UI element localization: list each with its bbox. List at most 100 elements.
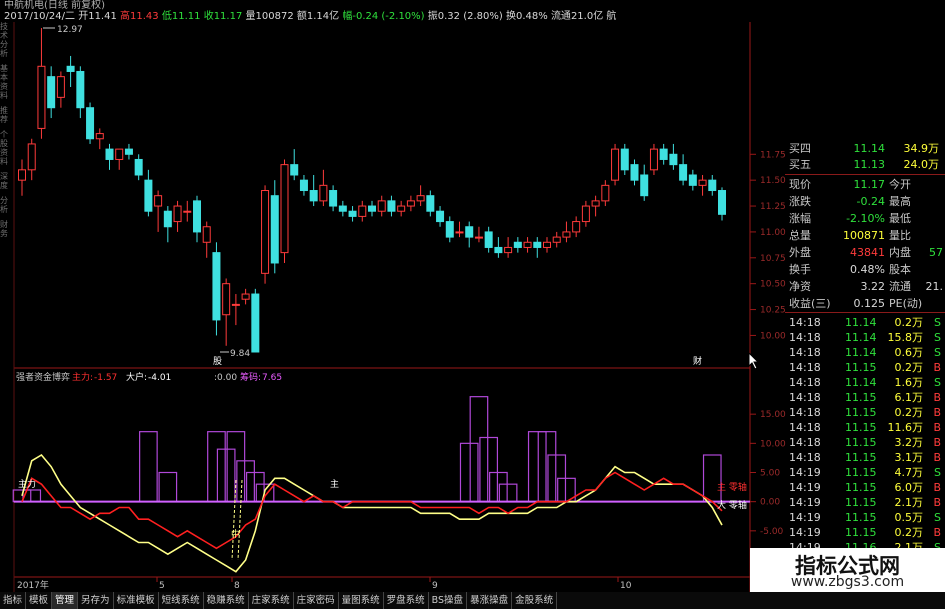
- candle: [212, 242, 221, 336]
- candle-body: [290, 164, 299, 176]
- bottom-tab[interactable]: 庄家密码: [294, 592, 339, 609]
- candle-body: [115, 148, 124, 160]
- candle: [18, 159, 26, 196]
- candle: [611, 143, 620, 186]
- bottom-tab[interactable]: 量图系统: [339, 592, 384, 609]
- main-force-value: -1.57: [94, 373, 117, 383]
- candle: [397, 200, 406, 217]
- tick-row: 14:18 11.14 1.6万 S: [789, 376, 941, 389]
- candle: [523, 237, 532, 253]
- chart-frame: [13, 22, 751, 592]
- bottom-tab[interactable]: 指标: [0, 592, 27, 609]
- bottom-tab[interactable]: 管理: [52, 592, 79, 609]
- candle: [231, 294, 240, 326]
- candle: [193, 195, 201, 243]
- candle-body: [202, 226, 211, 243]
- time-axis: 2017年 5 8 9 10: [17, 577, 632, 591]
- bottom-tab[interactable]: 庄家系统: [249, 592, 294, 609]
- price-tick: 10.50: [760, 280, 786, 290]
- bottom-tab[interactable]: 暴涨操盘: [467, 592, 513, 609]
- candle-body: [649, 148, 658, 171]
- chip-bar: [245, 471, 265, 503]
- candle-body: [445, 221, 454, 238]
- high-marker-label: 12.97: [57, 25, 83, 35]
- candle: [426, 190, 435, 217]
- candle-body: [581, 205, 590, 223]
- candle-body: [280, 164, 289, 254]
- x-label-8: 8: [234, 581, 240, 591]
- bottom-tab[interactable]: 短线系统: [159, 592, 204, 609]
- candle: [455, 221, 464, 238]
- quote-stat-row: 现价 11.17 今开: [789, 178, 911, 191]
- candle: [37, 28, 46, 139]
- candle-body: [183, 210, 192, 213]
- candle-body: [163, 210, 172, 228]
- candle-body: [406, 200, 415, 207]
- candle: [445, 216, 454, 243]
- candle-body: [47, 76, 56, 109]
- chip-bar: [158, 471, 178, 503]
- price-tick: 10.25: [760, 306, 786, 316]
- candle-body: [679, 164, 688, 181]
- indicator-name[interactable]: 强者资金博弈: [16, 371, 70, 383]
- candle: [115, 148, 124, 170]
- price-tick: 10.75: [760, 254, 786, 264]
- tick-row: 14:18 11.15 3.2万 B: [789, 436, 941, 449]
- flag-stock[interactable]: 股: [213, 356, 222, 367]
- candle: [261, 185, 270, 284]
- candle-body: [504, 246, 513, 254]
- flag-finance[interactable]: 财: [693, 355, 702, 367]
- candle-body: [688, 174, 697, 186]
- bottom-tab[interactable]: 另存为: [78, 592, 114, 609]
- candle: [76, 66, 85, 119]
- price-tick: 11.50: [760, 176, 786, 186]
- bottom-tab[interactable]: 模板: [26, 592, 53, 609]
- candle: [436, 206, 445, 227]
- tick-row: 14:18 11.15 6.1万 B: [789, 391, 941, 404]
- candle-body: [144, 179, 153, 212]
- candle: [290, 149, 299, 181]
- quote-stat-row: 净资 3.22 流通 21.: [789, 280, 943, 293]
- low-marker-label: 9.84: [230, 349, 250, 359]
- chip-label: 筹码:: [240, 371, 261, 383]
- candle: [630, 159, 639, 186]
- candle-body: [212, 252, 221, 321]
- price-tick: 11.75: [760, 150, 786, 160]
- tick-row: 14:19 11.15 4.7万 S: [789, 466, 941, 479]
- candle-body: [231, 303, 240, 306]
- candle: [708, 174, 717, 196]
- candle-body: [338, 205, 347, 212]
- candle: [562, 221, 571, 243]
- bottom-tab[interactable]: 标准模板: [114, 592, 159, 609]
- candle: [533, 237, 542, 258]
- candle: [299, 174, 308, 196]
- order-row: 买四 11.14 34.9万: [789, 142, 939, 155]
- bottom-tab[interactable]: 金股系统: [512, 592, 558, 609]
- candle-body: [698, 179, 707, 186]
- bottom-tab[interactable]: BS操盘: [429, 592, 468, 609]
- indicator-tick: 0.00: [760, 498, 780, 508]
- candle-body: [630, 164, 639, 181]
- tick-row: 14:18 11.14 0.2万 S: [789, 316, 941, 329]
- chip-bar: [139, 431, 158, 503]
- indicator-legend: 强者资金博弈 主力: -1.57 大户: -4.01 :0.00 筹码: 7.6…: [16, 371, 282, 383]
- chip-bar: [207, 431, 226, 503]
- x-label-year: 2017年: [17, 579, 49, 591]
- candle-body: [66, 65, 75, 72]
- tick-row: 14:18 11.14 0.6万 S: [789, 346, 941, 359]
- bottom-tab[interactable]: 稳赚系统: [204, 592, 249, 609]
- chip-bar: [469, 396, 489, 503]
- candle: [202, 221, 211, 258]
- quote-stat-row: 外盘 43841 内盘 57: [789, 246, 943, 259]
- candle-body: [533, 241, 542, 248]
- candle-body: [270, 195, 279, 264]
- candle-body: [620, 148, 629, 171]
- bottom-tab[interactable]: 罗盘系统: [384, 592, 429, 609]
- candle-body: [426, 195, 435, 212]
- candle-body: [377, 200, 386, 212]
- candle: [416, 185, 425, 207]
- candle-body: [708, 179, 717, 192]
- candle-body: [56, 76, 65, 98]
- chip-bar: [702, 454, 722, 503]
- candle-body: [193, 200, 201, 233]
